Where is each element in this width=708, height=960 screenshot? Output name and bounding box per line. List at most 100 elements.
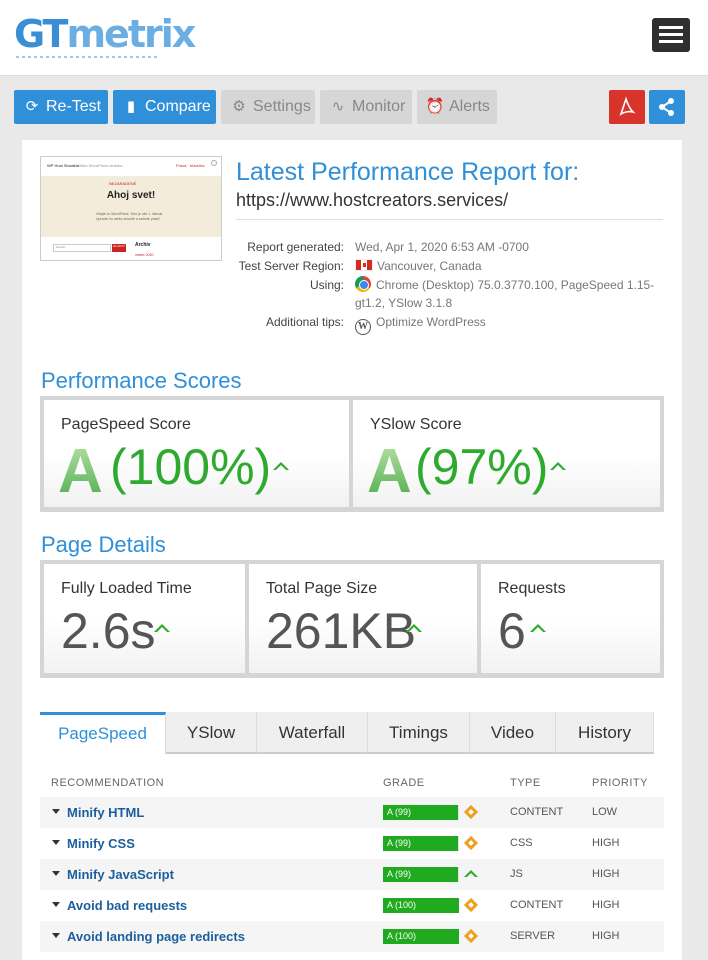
site-screenshot-thumbnail[interactable]: WP Host Slovakia Len ďalšia WordPress st…: [40, 156, 222, 261]
alerts-label: Alerts: [449, 98, 490, 115]
column-header-priority[interactable]: PRIORITY: [592, 777, 648, 789]
yslow-score-label: YSlow Score: [370, 416, 462, 433]
report-generated-label: Report generated:: [247, 240, 344, 254]
recommendation-priority: HIGH: [592, 930, 620, 942]
thumb-search-button: HĽADAŤ: [112, 244, 126, 252]
performance-scores-panel: PageSpeed Score A (100%) YSlow Score A (…: [40, 396, 664, 512]
grade-bar-fill: A (99): [383, 805, 459, 820]
retest-button[interactable]: ⟳ Re-Test: [14, 90, 108, 124]
compare-label: Compare: [145, 98, 211, 115]
trend-neutral-icon: [463, 928, 479, 944]
tab-video[interactable]: Video: [470, 712, 556, 754]
column-header-grade[interactable]: GRADE: [383, 777, 425, 789]
trend-up-icon: [406, 624, 422, 632]
pagespeed-score-box[interactable]: PageSpeed Score A (100%): [44, 400, 349, 507]
fully-loaded-time-box: Fully Loaded Time 2.6s: [44, 564, 245, 673]
grade-text: A (99): [387, 838, 412, 848]
trend-up-icon: [550, 462, 566, 470]
thumb-body: Vitajte vo WordPress. Toto je váš 1. člá…: [96, 212, 164, 221]
fully-loaded-time-value: 2.6s: [61, 603, 156, 659]
caret-down-icon[interactable]: [52, 809, 60, 814]
thumb-archive-date: marec 2020: [135, 253, 154, 257]
compare-button[interactable]: ▮ Compare: [113, 90, 216, 124]
grade-text: A (100): [387, 900, 417, 910]
thumb-kicker: NEZARADENÉ: [109, 181, 137, 186]
settings-button[interactable]: ⚙ Settings: [221, 90, 315, 124]
table-row[interactable]: Minify JavaScript A (99) JS HIGH: [40, 859, 664, 890]
logo-metrix-text: metrix: [66, 12, 196, 56]
fully-loaded-time-label: Fully Loaded Time: [61, 580, 192, 597]
caret-down-icon[interactable]: [52, 840, 60, 845]
recommendation-priority: HIGH: [592, 837, 620, 849]
alarm-clock-icon: ⏰: [425, 98, 445, 115]
grade-bar-fill: A (100): [383, 898, 459, 913]
tab-pagespeed[interactable]: PageSpeed: [40, 712, 166, 754]
report-url[interactable]: https://www.hostcreators.services/: [236, 190, 508, 211]
recommendation-name[interactable]: Minify HTML: [67, 805, 144, 820]
table-row[interactable]: Minify HTML A (99) CONTENT LOW: [40, 797, 664, 828]
table-row[interactable]: Minify CSS A (99) CSS HIGH: [40, 828, 664, 859]
logo-underline: [16, 56, 158, 58]
report-toolbar: ⟳ Re-Test ▮ Compare ⚙ Settings ∿ Monitor ⏰ Al…: [0, 82, 708, 132]
trend-up-icon: [464, 870, 478, 877]
requests-value: 6: [498, 603, 526, 659]
recommendation-type: JS: [510, 868, 523, 880]
gtmetrix-logo[interactable]: GTmetrix: [14, 12, 196, 56]
thumb-menu-link: Pravá · hlavička: [176, 163, 205, 168]
report-generated-value: Wed, Apr 1, 2020 6:53 AM -0700: [355, 240, 529, 254]
recommendation-name[interactable]: Avoid bad requests: [67, 898, 187, 913]
column-header-type[interactable]: TYPE: [510, 777, 541, 789]
pdf-button[interactable]: [609, 90, 645, 124]
grade-bar-fill: A (99): [383, 836, 459, 851]
thumb-title: Ahoj svet!: [106, 190, 156, 201]
compare-icon: ▮: [126, 98, 136, 115]
trend-neutral-icon: [463, 835, 479, 851]
report-title: Latest Performance Report for:: [236, 158, 580, 186]
alerts-button[interactable]: ⏰ Alerts: [417, 90, 497, 124]
share-button[interactable]: [649, 90, 685, 124]
caret-down-icon[interactable]: [52, 933, 60, 938]
using-text: Chrome (Desktop) 75.0.3770.100, PageSpee…: [355, 278, 655, 310]
tab-yslow[interactable]: YSlow: [166, 712, 257, 754]
grade-bar: A (99): [383, 805, 459, 820]
using-value: Chrome (Desktop) 75.0.3770.100, PageSpee…: [355, 276, 665, 312]
recommendation-name[interactable]: Minify CSS: [67, 836, 135, 851]
trend-neutral-icon: [463, 897, 479, 913]
total-page-size-box: Total Page Size 261KB: [249, 564, 477, 673]
trend-up-icon: [154, 624, 170, 632]
recommendation-priority: HIGH: [592, 899, 620, 911]
pagespeed-score-label: PageSpeed Score: [61, 416, 191, 433]
tab-timings[interactable]: Timings: [368, 712, 470, 754]
recommendation-name[interactable]: Avoid landing page redirects: [67, 929, 245, 944]
pdf-icon: [619, 96, 636, 116]
additional-tips-value[interactable]: W Optimize WordPress: [355, 315, 486, 335]
monitor-button[interactable]: ∿ Monitor: [320, 90, 412, 124]
recommendation-priority: LOW: [592, 806, 618, 818]
using-label: Using:: [309, 278, 344, 292]
monitor-label: Monitor: [352, 98, 406, 115]
gear-icon: ⚙: [232, 98, 246, 115]
optimize-wordpress-link[interactable]: Optimize WordPress: [376, 315, 486, 329]
thumb-search-icon: [211, 160, 217, 166]
column-header-recommendation[interactable]: RECOMMENDATION: [51, 777, 164, 789]
grade-text: A (99): [387, 869, 412, 879]
requests-box: Requests 6: [481, 564, 660, 673]
table-row[interactable]: Avoid landing page redirects A (100) SERVE…: [40, 921, 664, 952]
tab-waterfall[interactable]: Waterfall: [257, 712, 368, 754]
grade-bar: A (100): [383, 898, 459, 913]
additional-tips-label: Additional tips:: [265, 315, 344, 329]
hamburger-icon[interactable]: [652, 18, 690, 52]
tab-history[interactable]: History: [556, 712, 654, 754]
wordpress-icon: W: [355, 319, 371, 335]
performance-scores-heading: Performance Scores: [41, 368, 242, 393]
retest-label: Re-Test: [46, 98, 102, 115]
requests-label: Requests: [498, 580, 566, 597]
yslow-score-box[interactable]: YSlow Score A (97%): [353, 400, 660, 507]
caret-down-icon[interactable]: [52, 902, 60, 907]
grade-bar: A (99): [383, 867, 459, 882]
page-details-panel: Fully Loaded Time 2.6s Total Page Size 2…: [40, 560, 664, 678]
caret-down-icon[interactable]: [52, 871, 60, 876]
recommendation-name[interactable]: Minify JavaScript: [67, 867, 174, 882]
table-row[interactable]: Avoid bad requests A (100) CONTENT HIGH: [40, 890, 664, 921]
grade-bar-fill: A (100): [383, 929, 459, 944]
